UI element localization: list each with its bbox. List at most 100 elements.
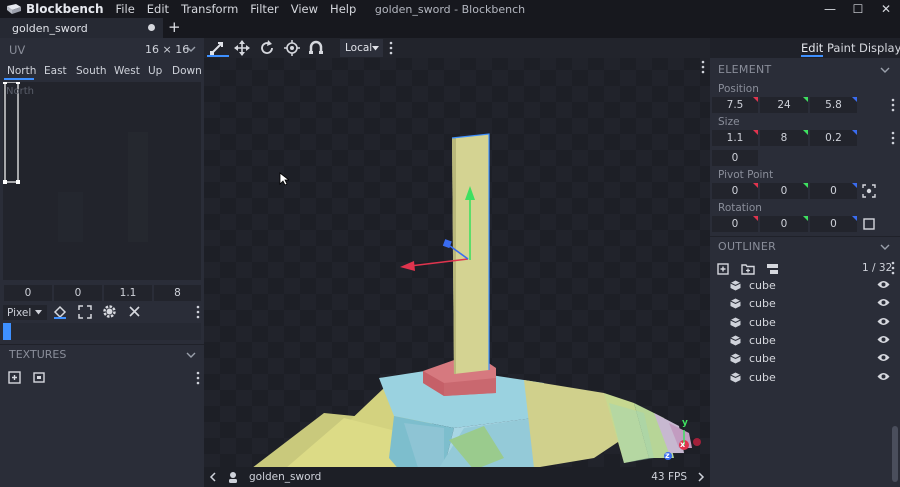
outliner-item[interactable]: cube xyxy=(730,276,898,294)
rotation-y-input[interactable]: 0 xyxy=(760,216,808,232)
rotation-x-input[interactable]: 0 xyxy=(712,216,758,232)
menu-transform[interactable]: Transform xyxy=(175,2,244,16)
viewport-status-bar: golden_sword 43 FPS xyxy=(204,467,710,487)
mode-paint-tab[interactable]: Paint xyxy=(827,41,855,55)
view-axis-z-label[interactable]: z xyxy=(665,451,670,460)
element-collapse-chevron-icon[interactable] xyxy=(880,66,890,74)
character-icon[interactable] xyxy=(227,471,239,483)
pivot-z-input[interactable]: 0 xyxy=(810,183,857,199)
center-pivot-icon[interactable] xyxy=(862,184,876,198)
create-texture-icon[interactable] xyxy=(33,372,45,383)
face-tab-south[interactable]: South xyxy=(76,65,107,79)
clear-uv-icon[interactable] xyxy=(129,306,140,317)
mode-display-tab[interactable]: Display xyxy=(859,41,900,55)
new-tab-button[interactable]: + xyxy=(168,18,182,38)
uv-resolution: 16 × 16 xyxy=(145,43,190,56)
visibility-eye-icon[interactable] xyxy=(877,280,890,289)
size-z-input[interactable]: 0.2 xyxy=(810,130,857,146)
import-texture-icon[interactable] xyxy=(8,371,21,384)
face-tab-down[interactable]: Down xyxy=(172,65,202,79)
y-axis-marker xyxy=(803,97,808,102)
face-tab-east[interactable]: East xyxy=(44,65,67,79)
uv-scroll-indicator xyxy=(3,323,11,340)
menu-edit[interactable]: Edit xyxy=(141,2,175,16)
minimize-button[interactable]: — xyxy=(815,0,845,18)
close-button[interactable]: ✕ xyxy=(871,0,900,18)
collapse-groups-icon[interactable] xyxy=(766,263,779,275)
visibility-eye-icon[interactable] xyxy=(877,353,890,362)
pivot-y-input[interactable]: 0 xyxy=(760,183,808,199)
cube-icon xyxy=(730,335,741,345)
size-more-icon[interactable] xyxy=(891,131,895,145)
uv-x-input[interactable]: 0 xyxy=(4,285,52,301)
rotate-tool-icon[interactable] xyxy=(259,40,275,56)
chevron-right-icon[interactable] xyxy=(697,472,705,482)
uv-y-input[interactable]: 0 xyxy=(54,285,102,301)
viewport-scene xyxy=(204,38,710,487)
uv-collapse-chevron-icon[interactable] xyxy=(186,45,196,53)
visibility-eye-icon[interactable] xyxy=(877,372,890,381)
vertex-snap-tool-icon[interactable] xyxy=(308,40,324,56)
menu-help[interactable]: Help xyxy=(324,2,362,16)
face-tab-west[interactable]: West xyxy=(114,65,140,79)
add-group-icon[interactable] xyxy=(741,263,755,275)
view-axis-y-label[interactable]: y xyxy=(682,418,688,428)
mode-edit-tab[interactable]: Edit xyxy=(801,41,823,55)
uv-mode-select[interactable]: Pixel xyxy=(3,305,47,320)
outliner-scrollbar[interactable] xyxy=(892,426,898,482)
menu-view[interactable]: View xyxy=(285,2,324,16)
menu-file[interactable]: File xyxy=(110,2,141,16)
textures-more-options-icon[interactable] xyxy=(196,371,200,385)
visibility-eye-icon[interactable] xyxy=(877,317,890,326)
rotation-x-value: 0 xyxy=(731,218,739,230)
outliner-item[interactable]: cube xyxy=(730,294,898,312)
inflate-input[interactable]: 0 xyxy=(712,150,758,166)
position-y-input[interactable]: 24 xyxy=(760,97,808,113)
uv-height-input[interactable]: 8 xyxy=(154,285,201,301)
model-name: golden_sword xyxy=(249,471,322,483)
toolbar-more-options-icon[interactable] xyxy=(389,41,393,55)
outliner-more-options-icon[interactable] xyxy=(891,261,895,275)
textures-collapse-chevron-icon[interactable] xyxy=(186,351,196,359)
outliner-collapse-chevron-icon[interactable] xyxy=(880,243,890,251)
unsaved-dot-icon[interactable] xyxy=(148,24,155,31)
outliner-item[interactable]: cube xyxy=(730,331,898,349)
outliner-item[interactable]: cube xyxy=(730,313,898,331)
3d-viewport[interactable]: y x z xyxy=(204,38,710,487)
pivot-z-value: 0 xyxy=(830,185,837,197)
uv-selection-rect[interactable] xyxy=(4,82,19,183)
menu-filter[interactable]: Filter xyxy=(244,2,284,16)
view-axis-x-label[interactable]: x xyxy=(680,440,685,449)
rescale-checkbox-icon[interactable] xyxy=(863,218,875,230)
outliner-item[interactable]: cube xyxy=(730,368,898,386)
rotation-z-input[interactable]: 0 xyxy=(810,216,857,232)
chevron-left-icon[interactable] xyxy=(209,472,217,482)
maximize-uv-icon[interactable] xyxy=(78,305,92,319)
pivot-tool-icon[interactable] xyxy=(284,40,300,56)
cube-icon xyxy=(730,317,741,327)
visibility-eye-icon[interactable] xyxy=(877,298,890,307)
visibility-eye-icon[interactable] xyxy=(877,335,890,344)
outliner-item[interactable]: cube xyxy=(730,349,898,367)
divider xyxy=(710,236,900,237)
uv-editor-canvas[interactable]: North xyxy=(3,82,201,280)
face-tab-up[interactable]: Up xyxy=(148,65,162,79)
uv-more-options-icon[interactable] xyxy=(196,305,200,319)
size-y-input[interactable]: 8 xyxy=(760,130,808,146)
resize-tool-icon[interactable] xyxy=(234,40,250,56)
viewport-more-options-icon[interactable] xyxy=(701,60,705,74)
transform-space-select[interactable]: Local xyxy=(340,39,383,57)
maximize-button[interactable]: ☐ xyxy=(843,0,873,18)
position-more-icon[interactable] xyxy=(891,98,895,112)
position-x-input[interactable]: 7.5 xyxy=(712,97,758,113)
paint-bucket-icon[interactable] xyxy=(52,304,68,320)
mouse-cursor-icon xyxy=(279,172,289,186)
tab-golden-sword[interactable]: golden_sword xyxy=(0,18,163,38)
gear-icon[interactable] xyxy=(102,304,117,319)
uv-width-input[interactable]: 1.1 xyxy=(104,285,152,301)
face-tab-north[interactable]: North xyxy=(7,65,36,79)
add-cube-icon[interactable] xyxy=(717,263,729,275)
pivot-x-input[interactable]: 0 xyxy=(712,183,758,199)
size-x-input[interactable]: 1.1 xyxy=(712,130,758,146)
position-z-input[interactable]: 5.8 xyxy=(810,97,857,113)
